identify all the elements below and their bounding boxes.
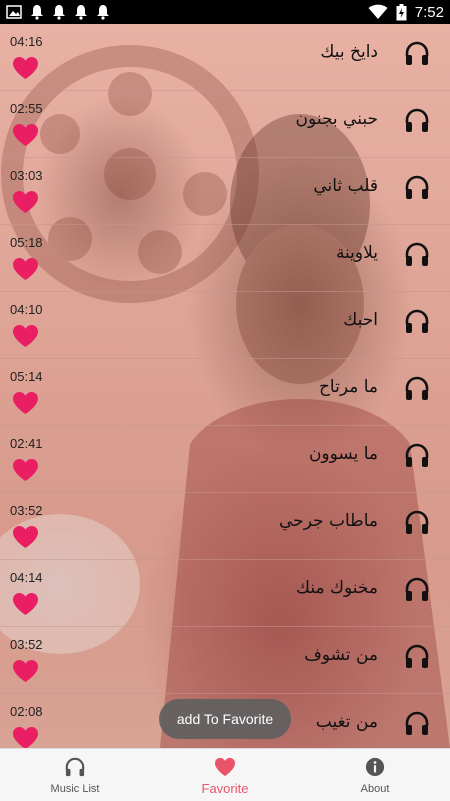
list-item[interactable]: 03:52 من تشوف [0,627,450,694]
song-duration: 02:55 [10,101,43,116]
favorite-heart-icon[interactable] [12,257,39,281]
song-duration: 03:52 [10,503,43,518]
favorite-heart-icon[interactable] [12,56,39,80]
song-title: دايخ بيك [320,42,378,62]
tab-favorite[interactable]: Favorite [150,749,300,801]
tab-music-list[interactable]: Music List [0,749,150,801]
song-title: ما يسوون [308,444,378,464]
info-icon [365,757,385,777]
song-duration: 03:03 [10,168,43,183]
list-item[interactable]: 04:14 مخنوك منك [0,560,450,627]
song-duration: 05:14 [10,369,43,384]
favorite-heart-icon[interactable] [12,525,39,549]
notification-bell-icon [74,4,88,20]
tab-favorite-label: Favorite [201,781,249,796]
system-icons: 7:52 [368,3,444,21]
list-item[interactable]: 05:18 يلاوينة [0,225,450,292]
favorite-heart-icon[interactable] [12,726,39,748]
bottom-navigation: Music List Favorite About [0,748,450,801]
favorite-heart-icon[interactable] [12,324,39,348]
headphones-icon[interactable] [404,40,430,66]
headphones-icon [65,757,85,777]
song-title: حبني بجنون [295,109,378,129]
song-duration: 05:18 [10,235,43,250]
favorite-heart-icon[interactable] [12,659,39,683]
song-title: ما مرتاح [318,377,378,397]
list-item[interactable]: 03:03 قلب ثاني [0,158,450,225]
favorite-list-screen: 04:16 دايخ بيك 02:55 حبني بجنون 03:03 قلب ثان… [0,24,450,748]
favorite-heart-icon[interactable] [12,391,39,415]
headphones-icon[interactable] [404,308,430,334]
favorite-heart-icon[interactable] [12,592,39,616]
song-duration: 04:16 [10,34,43,49]
song-list: 04:16 دايخ بيك 02:55 حبني بجنون 03:03 قلب ثان… [0,24,450,748]
headphones-icon[interactable] [404,107,430,133]
tab-about[interactable]: About [300,749,450,801]
list-item[interactable]: 02:55 حبني بجنون [0,91,450,158]
headphones-icon[interactable] [404,442,430,468]
headphones-icon[interactable] [404,710,430,736]
song-duration: 04:10 [10,302,43,317]
list-item[interactable]: 04:10 احبك [0,292,450,359]
song-title: يلاوينة [335,243,378,263]
status-bar: 7:52 [0,0,450,24]
favorite-heart-icon[interactable] [12,123,39,147]
tab-music-list-label: Music List [50,783,100,795]
notification-icons [6,4,110,20]
headphones-icon[interactable] [404,241,430,267]
song-title: من تغيب [315,712,378,732]
song-title: مخنوك منك [296,578,378,598]
song-duration: 02:08 [10,704,43,719]
notification-bell-icon [96,4,110,20]
song-title: من تشوف [304,645,378,665]
notification-bell-icon [52,4,66,20]
headphones-icon[interactable] [404,174,430,200]
song-title: احبك [343,310,378,330]
favorite-heart-icon[interactable] [12,458,39,482]
list-item[interactable]: 02:41 ما يسوون [0,426,450,493]
image-icon [6,5,22,19]
wifi-icon [368,4,388,20]
headphones-icon[interactable] [404,576,430,602]
song-duration: 03:52 [10,637,43,652]
tab-about-label: About [360,783,390,795]
song-title: ماطاب جرحي [279,511,378,531]
headphones-icon[interactable] [404,643,430,669]
list-item[interactable]: 05:14 ما مرتاح [0,359,450,426]
list-item[interactable]: 03:52 ماطاب جرحي [0,493,450,560]
toast-message: add To Favorite [159,699,291,739]
song-duration: 02:41 [10,436,43,451]
headphones-icon[interactable] [404,509,430,535]
notification-bell-icon [30,4,44,20]
headphones-icon[interactable] [404,375,430,401]
favorite-heart-icon[interactable] [12,190,39,214]
battery-charging-icon [396,3,407,21]
song-duration: 04:14 [10,570,43,585]
list-item[interactable]: 04:16 دايخ بيك [0,24,450,91]
song-title: قلب ثاني [313,176,378,196]
heart-icon [215,757,235,777]
clock: 7:52 [414,3,444,21]
